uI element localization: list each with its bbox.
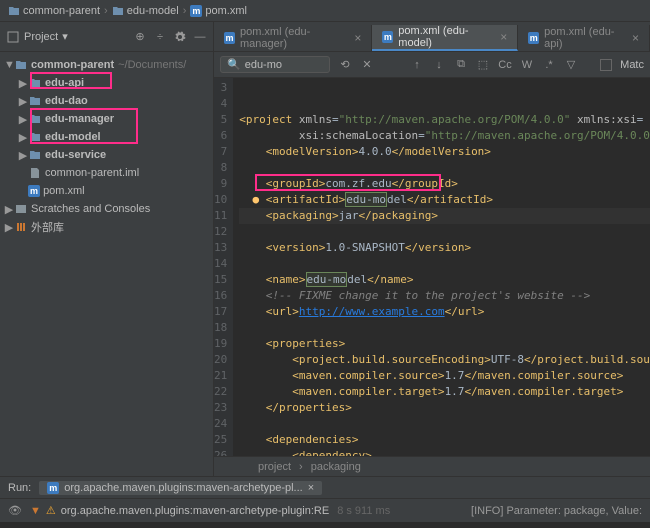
crumb-packaging[interactable]: packaging	[311, 461, 361, 473]
status-message[interactable]: ▼ ⚠ org.apache.maven.plugins:maven-arche…	[30, 504, 329, 517]
down-arrow-icon[interactable]: ↓	[432, 59, 446, 71]
structure-breadcrumb: project › packaging	[214, 456, 650, 476]
project-view-selector[interactable]: Project ▾	[6, 30, 127, 44]
hide-icon[interactable]: —	[193, 30, 207, 44]
up-arrow-icon[interactable]: ↑	[410, 59, 424, 71]
tab-edu-manager[interactable]: mpom.xml (edu-manager)×	[214, 25, 372, 51]
close-icon[interactable]: ×	[354, 31, 361, 45]
close-icon[interactable]: ×	[308, 482, 314, 494]
match-case-icon[interactable]: Cc	[498, 59, 512, 71]
chevron-right-icon: ›	[104, 5, 108, 17]
tree-item-pom[interactable]: m pom.xml	[0, 182, 213, 200]
search-input[interactable]: 🔍edu-mo	[220, 56, 330, 73]
close-icon[interactable]: ×	[632, 31, 639, 45]
maven-file-icon: m	[190, 5, 202, 17]
regex-icon[interactable]: .*	[542, 59, 556, 71]
tree-root[interactable]: ▼common-parent~/Documents/	[0, 56, 213, 74]
words-icon[interactable]: W	[520, 59, 534, 71]
collapse-icon[interactable]: ÷	[153, 30, 167, 44]
match-checkbox[interactable]	[600, 59, 612, 71]
tree-item-edu-service[interactable]: ▶edu-service	[0, 146, 213, 164]
breadcrumb: common-parent › edu-model › mpom.xml	[0, 0, 650, 22]
search-icon: 🔍	[227, 58, 241, 71]
library-icon	[14, 220, 28, 234]
gear-icon[interactable]	[173, 30, 187, 44]
tab-edu-model[interactable]: mpom.xml (edu-model)×	[372, 25, 518, 51]
close-icon[interactable]: ×	[500, 30, 507, 44]
tree-item-iml[interactable]: common-parent.iml	[0, 164, 213, 182]
match-label: Matc	[620, 59, 644, 71]
add-selection-icon[interactable]: ⧉	[454, 58, 468, 71]
crumb-project[interactable]: project	[258, 461, 291, 473]
tree-external-libs[interactable]: ▶外部库	[0, 218, 213, 236]
tree-item-edu-api[interactable]: ▶edu-api	[0, 74, 213, 92]
select-all-icon[interactable]: ⬚	[476, 58, 490, 71]
run-label: Run:	[8, 482, 31, 494]
filter-icon[interactable]: ▽	[564, 58, 578, 71]
chevron-right-icon: ›	[183, 5, 187, 17]
elapsed-time: 8 s 911 ms	[337, 505, 390, 517]
refresh-icon[interactable]: ⟲	[338, 58, 352, 71]
line-gutter: 3456789101112131415161718192021222324252…	[214, 78, 233, 456]
editor-area: mpom.xml (edu-manager)× mpom.xml (edu-mo…	[214, 22, 650, 476]
breadcrumb-seg-root[interactable]: common-parent	[8, 5, 100, 17]
scratches-icon	[14, 202, 28, 216]
code-lines[interactable]: <project xmlns="http://maven.apache.org/…	[233, 78, 650, 456]
project-icon	[6, 30, 20, 44]
editor-tabs: mpom.xml (edu-manager)× mpom.xml (edu-mo…	[214, 22, 650, 52]
tree-item-edu-manager[interactable]: ▶edu-manager	[0, 110, 213, 128]
project-tool-window: Project ▾ ⊕ ÷ — ▼common-parent~/Document…	[0, 22, 214, 476]
tab-edu-api[interactable]: mpom.xml (edu-api)×	[518, 25, 650, 51]
tree-item-edu-dao[interactable]: ▶edu-dao	[0, 92, 213, 110]
project-toolbar: Project ▾ ⊕ ÷ —	[0, 22, 213, 52]
breadcrumb-seg-module[interactable]: edu-model	[112, 5, 179, 17]
warning-icon: ⚠	[46, 504, 56, 517]
tree-item-edu-model[interactable]: ▶edu-model	[0, 128, 213, 146]
status-info: [INFO] Parameter: package, Value:	[471, 505, 642, 517]
select-opened-file-icon[interactable]: ⊕	[133, 30, 147, 44]
code-editor[interactable]: 3456789101112131415161718192021222324252…	[214, 78, 650, 456]
find-toolbar: 🔍edu-mo ⟲ ✕ ↑ ↓ ⧉ ⬚ Cc W .* ▽ Matc	[214, 52, 650, 78]
tree-scratches[interactable]: ▶Scratches and Consoles	[0, 200, 213, 218]
eye-icon[interactable]: 👁	[8, 504, 22, 517]
file-icon	[28, 166, 42, 180]
project-tree[interactable]: ▼common-parent~/Documents/ ▶edu-api ▶edu…	[0, 52, 213, 240]
status-bar: 👁 ▼ ⚠ org.apache.maven.plugins:maven-arc…	[0, 498, 650, 522]
maven-file-icon: m	[28, 185, 40, 197]
run-tab[interactable]: morg.apache.maven.plugins:maven-archetyp…	[39, 481, 322, 495]
run-tool-window: Run: morg.apache.maven.plugins:maven-arc…	[0, 476, 650, 498]
close-icon[interactable]: ✕	[360, 58, 374, 71]
breadcrumb-seg-file[interactable]: mpom.xml	[190, 5, 247, 17]
